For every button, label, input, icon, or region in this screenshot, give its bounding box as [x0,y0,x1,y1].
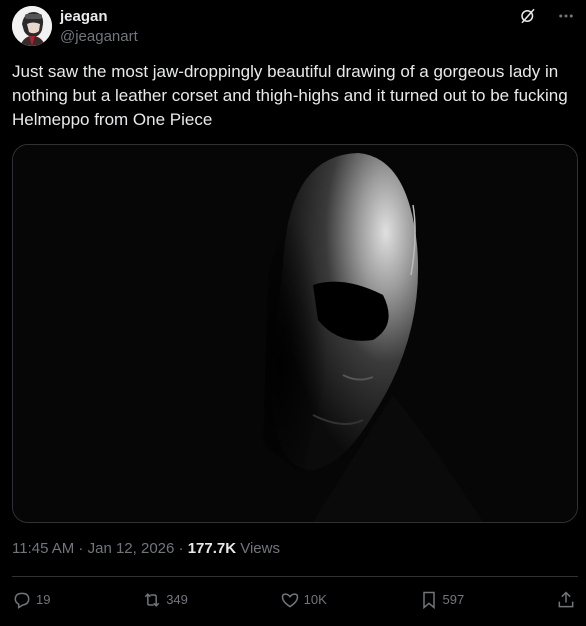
tweet-date[interactable]: Jan 12, 2026 [88,540,175,557]
top-icons [518,6,576,26]
meta-separator: · [74,540,88,557]
meta-separator: · [174,540,188,557]
bookmark-count: 597 [442,592,465,607]
author-names: jeagan @jeaganart [60,8,138,47]
share-button[interactable] [556,590,576,610]
tweet-header: jeagan @jeaganart [12,4,576,46]
views-count: 177.7K [187,540,237,557]
repost-icon [145,593,160,607]
divider [12,576,578,577]
tweet-time[interactable]: 11:45 AM [12,540,74,557]
views-label: Views [236,540,280,557]
handle[interactable]: @jeaganart [60,27,138,47]
like-count: 10K [303,592,327,607]
reply-icon [14,592,30,609]
reply-count: 19 [36,592,51,607]
action-bar: 19 349 10K 597 [12,586,576,614]
display-name[interactable]: jeagan [60,8,138,26]
bookmark-button[interactable]: 597 [419,590,465,610]
tweet-meta: 11:45 AM · Jan 12, 2026 · 177.7K Views [12,539,280,559]
more-icon[interactable] [556,6,576,26]
reply-button[interactable]: 19 [12,590,50,610]
tweet-text: Just saw the most jaw-droppingly beautif… [12,62,568,129]
repost-count: 349 [166,592,188,607]
like-button[interactable]: 10K [280,590,327,610]
tweet-image[interactable] [12,144,578,523]
bookmark-icon [422,591,435,610]
avatar[interactable] [12,6,52,46]
like-icon [281,593,298,608]
grok-icon[interactable] [518,6,538,26]
share-icon [558,591,574,608]
repost-button[interactable]: 349 [142,590,188,610]
